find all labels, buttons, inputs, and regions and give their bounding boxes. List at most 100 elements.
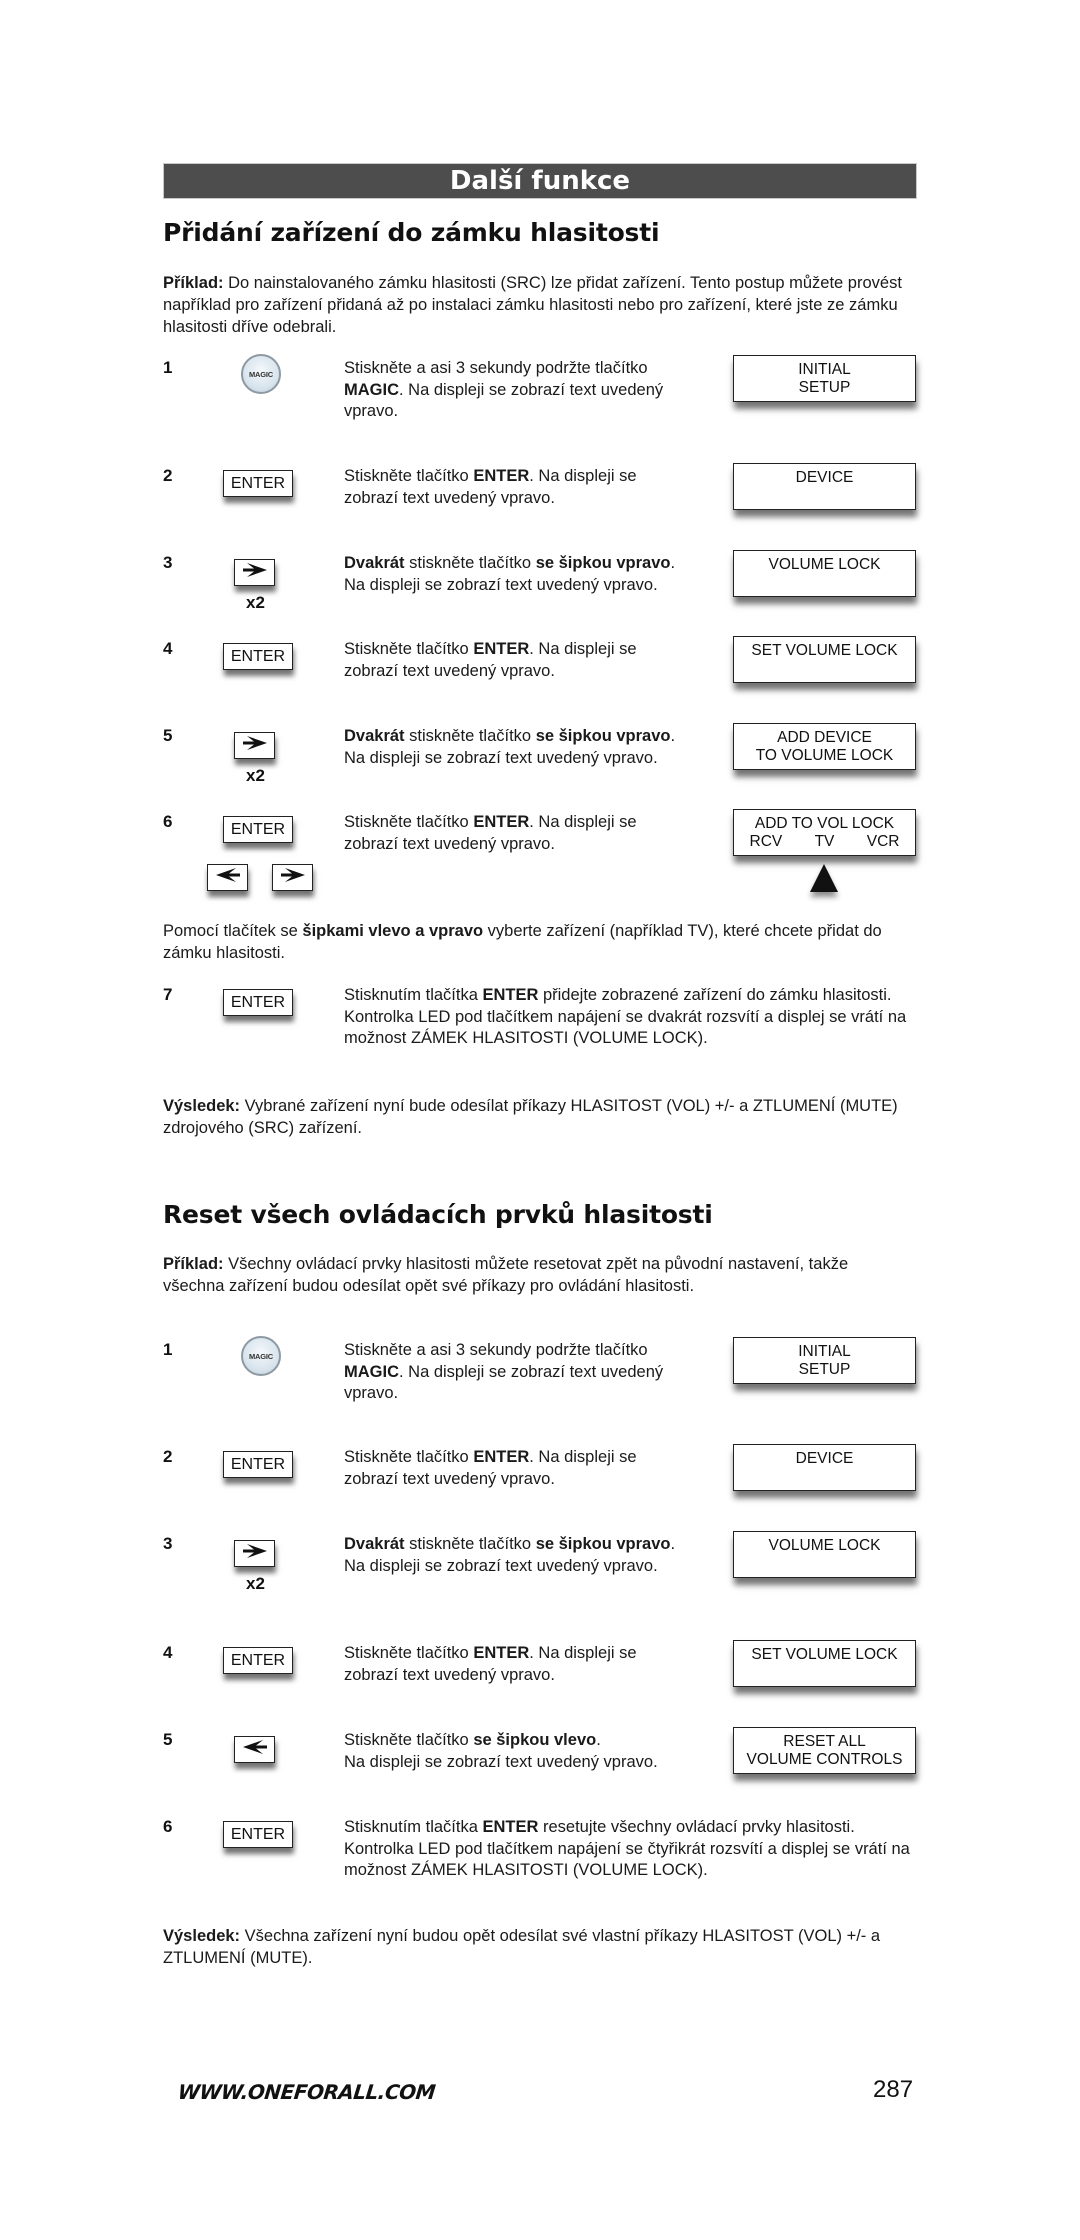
text: Stiskněte a asi 3 sekundy podržte tlačít… [344,1341,648,1359]
step-number: 6 [163,1817,173,1836]
step-text: Dvakrát stiskněte tlačítko se šipkou vpr… [344,1534,694,1577]
text: Stiskněte tlačítko [344,640,474,658]
lcd-display: DEVICE [733,463,916,510]
display-options: RCV TV VCR [750,833,900,851]
bold-text: Dvakrát [344,1535,405,1553]
left-arrow-icon [242,1740,268,1759]
text: Stiskněte tlačítko [344,1731,474,1749]
text: Stisknutím tlačítka [344,986,483,1004]
enter-label: ENTER [230,820,286,838]
left-arrow-button[interactable] [234,1736,275,1763]
enter-button[interactable]: ENTER [223,643,293,670]
lcd-display: SET VOLUME LOCK [733,1640,916,1687]
step-number: 3 [163,1534,173,1553]
page-header-bar: Další funkce [163,163,917,199]
display-option-rcv: RCV [749,832,783,850]
display-line: SETUP [798,1360,851,1378]
bold-text: se šipkou vlevo [473,1731,597,1749]
right-arrow-button[interactable] [234,559,275,586]
bold-text: ENTER [473,640,530,658]
step-number: 1 [163,358,173,377]
section2-intro: Příklad: Všechny ovládací prvky hlasitos… [163,1253,863,1297]
lcd-display: ADD TO VOL LOCK RCV TV VCR [733,809,916,856]
enter-label: ENTER [230,1651,286,1669]
right-arrow-button[interactable] [234,732,275,759]
display-line: SET VOLUME LOCK [751,1646,898,1663]
enter-button[interactable]: ENTER [223,470,293,497]
step-number: 5 [163,726,173,745]
text: stiskněte tlačítko [404,1535,536,1553]
step-text: Dvakrát stiskněte tlačítko se šipkou vpr… [344,553,694,596]
step-text: Stiskněte tlačítko ENTER. Na displeji se… [344,1447,694,1490]
bold-text: se šipkou vpravo [535,554,671,572]
text: Stiskněte tlačítko [344,1644,474,1662]
intro-text: Všechny ovládací prvky hlasitosti můžete… [163,1255,849,1295]
bold-text: ENTER [482,986,539,1004]
repeat-count: x2 [246,766,265,785]
display-line: DEVICE [795,469,854,486]
bold-text: se šipkou vpravo [535,1535,671,1553]
step-number: 4 [163,639,173,658]
step-text: Dvakrát stiskněte tlačítko se šipkou vpr… [344,726,694,769]
intro-label: Příklad: [163,274,224,292]
text: Stiskněte tlačítko [344,813,474,831]
right-arrow-button[interactable] [272,864,313,891]
section2-result: Výsledek: Všechna zařízení nyní budou op… [163,1925,923,1969]
display-line: SETUP [798,378,851,396]
bold-text: se šipkou vpravo [535,727,671,745]
result-text: Všechna zařízení nyní budou opět odesíla… [163,1927,881,1967]
display-line: RESET ALL [783,1732,866,1750]
bold-text: ENTER [473,1448,530,1466]
section1-intro: Příklad: Do nainstalovaného zámku hlasit… [163,272,923,338]
lcd-display: SET VOLUME LOCK [733,636,916,683]
section-title-reset: Reset všech ovládacích prvků hlasitosti [163,1200,713,1229]
right-arrow-icon [280,868,306,887]
step-text: Stiskněte tlačítko se šipkou vlevo. Na d… [344,1730,694,1773]
enter-button[interactable]: ENTER [223,1451,293,1478]
text: Stisknutím tlačítka [344,1818,483,1836]
text: Stiskněte tlačítko [344,467,474,485]
bold-text: ENTER [473,467,530,485]
display-line: INITIAL [798,1342,851,1360]
right-arrow-button[interactable] [234,1540,275,1567]
magic-button[interactable]: MAGIC [241,1336,281,1376]
bold-text: šipkami vlevo a vpravo [302,922,484,940]
section1-result: Výsledek: Vybrané zařízení nyní bude ode… [163,1095,923,1139]
step-number: 2 [163,1447,173,1466]
left-arrow-button[interactable] [207,864,248,891]
right-arrow-icon [242,1544,268,1563]
result-label: Výsledek: [163,1927,241,1945]
bold-text: MAGIC [344,380,399,399]
text: Stiskněte tlačítko [344,1448,474,1466]
enter-button[interactable]: ENTER [223,816,293,843]
step-number: 2 [163,466,173,485]
step-number: 1 [163,1340,173,1359]
enter-button[interactable]: ENTER [223,989,293,1016]
selection-pointer-icon [810,864,838,892]
bold-text: ENTER [482,1818,539,1836]
text: Pomocí tlačítek se [163,922,303,940]
lcd-display: RESET ALL VOLUME CONTROLS [733,1727,916,1774]
lcd-display: INITIAL SETUP [733,355,916,402]
magic-button[interactable]: MAGIC [241,354,281,394]
select-device-instruction: Pomocí tlačítek se šipkami vlevo a vprav… [163,920,923,964]
step-number: 4 [163,1643,173,1662]
step-number: 5 [163,1730,173,1749]
display-line: TO VOLUME LOCK [755,746,894,764]
step-text: Stisknutím tlačítka ENTER přidejte zobra… [344,985,924,1050]
bold-text: Dvakrát [344,727,405,745]
select-text: Pomocí tlačítek se šipkami vlevo a vprav… [163,922,882,962]
step-text: Stiskněte tlačítko ENTER. Na displeji se… [344,1643,694,1686]
result-text: Vybrané zařízení nyní bude odesílat přík… [163,1097,898,1137]
bold-text: Dvakrát [344,554,405,572]
bold-text: ENTER [473,813,530,831]
magic-label: MAGIC [249,369,273,379]
display-line: SET VOLUME LOCK [751,642,898,659]
right-arrow-icon [242,736,268,755]
header-title: Další funkce [449,166,631,196]
enter-button[interactable]: ENTER [223,1647,293,1674]
page-number: 287 [873,2076,914,2103]
magic-label: MAGIC [249,1351,273,1361]
enter-button[interactable]: ENTER [223,1821,293,1848]
footer-url[interactable]: WWW.ONEFORALL.COM [177,2080,437,2104]
